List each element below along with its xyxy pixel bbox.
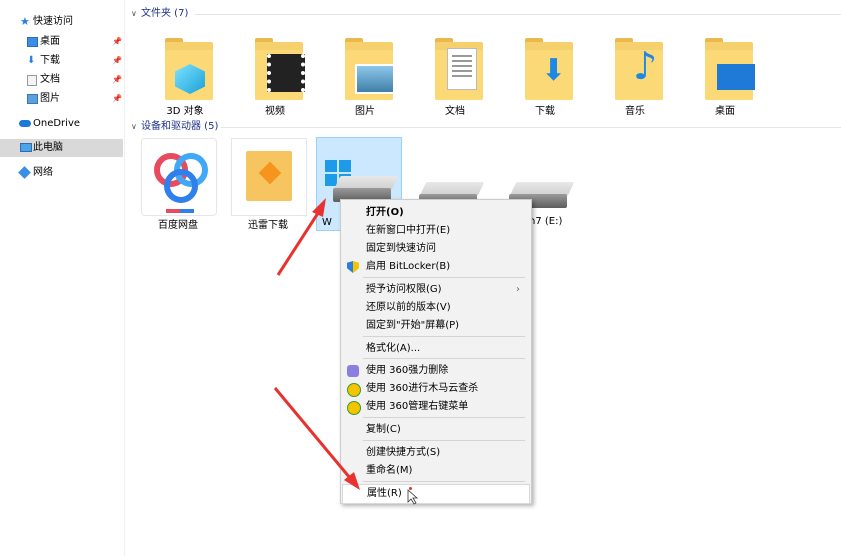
mouse-cursor-icon	[407, 489, 419, 505]
arrow-to-drive	[276, 198, 326, 276]
arrow-to-properties	[273, 387, 360, 490]
annotation-arrows	[273, 198, 419, 505]
